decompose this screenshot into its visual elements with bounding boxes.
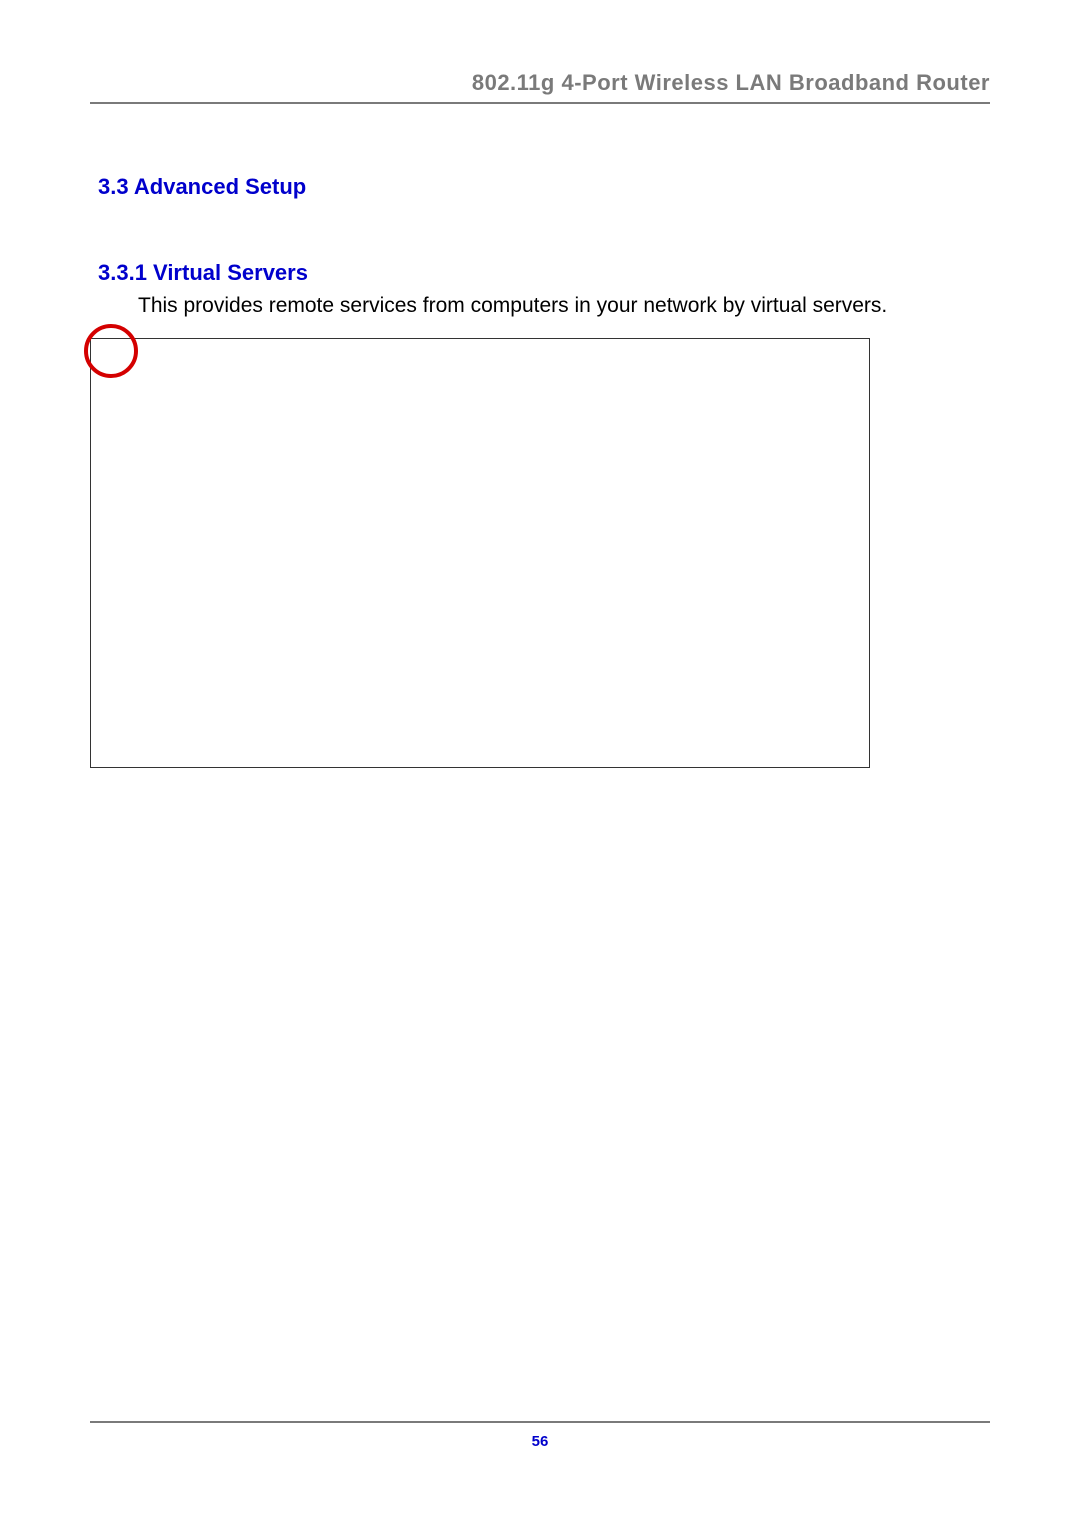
page-container: 802.11g 4-Port Wireless LAN Broadband Ro… — [90, 70, 990, 1450]
section-heading: 3.3 Advanced Setup — [90, 174, 990, 200]
footer-divider — [90, 1421, 990, 1423]
footer: 56 — [90, 1421, 990, 1450]
page-number: 56 — [90, 1433, 990, 1450]
running-header: 802.11g 4-Port Wireless LAN Broadband Ro… — [90, 70, 990, 102]
subsection-heading: 3.3.1 Virtual Servers — [90, 260, 990, 286]
screenshot-placeholder — [90, 338, 870, 768]
subsection-body: This provides remote services from compu… — [90, 294, 990, 318]
annotation-circle-icon — [81, 321, 141, 381]
header-divider — [90, 102, 990, 104]
